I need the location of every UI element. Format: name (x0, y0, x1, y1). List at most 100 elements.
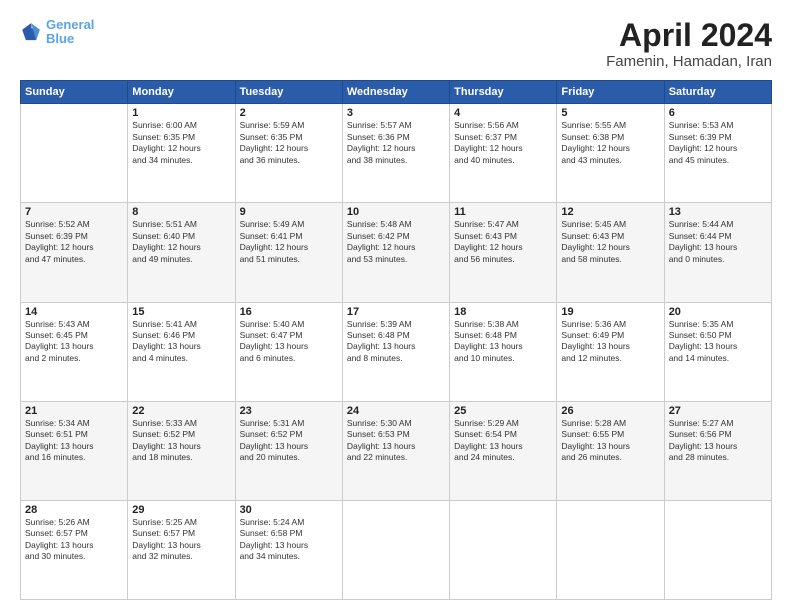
table-row: 4Sunrise: 5:56 AMSunset: 6:37 PMDaylight… (450, 104, 557, 203)
table-row (21, 104, 128, 203)
calendar-week-row: 1Sunrise: 6:00 AMSunset: 6:35 PMDaylight… (21, 104, 772, 203)
calendar-week-row: 14Sunrise: 5:43 AMSunset: 6:45 PMDayligh… (21, 302, 772, 401)
logo-line2: Blue (46, 31, 74, 46)
day-number: 4 (454, 107, 552, 119)
page: General Blue April 2024 Famenin, Hamadan… (0, 0, 792, 612)
day-number: 5 (561, 107, 659, 119)
table-row (342, 500, 449, 599)
day-number: 28 (25, 504, 123, 516)
day-info: Sunrise: 5:49 AMSunset: 6:41 PMDaylight:… (240, 219, 338, 265)
th-wednesday: Wednesday (342, 81, 449, 104)
table-row (450, 500, 557, 599)
table-row: 30Sunrise: 5:24 AMSunset: 6:58 PMDayligh… (235, 500, 342, 599)
logo-line1: General (46, 17, 94, 32)
day-info: Sunrise: 5:48 AMSunset: 6:42 PMDaylight:… (347, 219, 445, 265)
table-row: 27Sunrise: 5:27 AMSunset: 6:56 PMDayligh… (664, 401, 771, 500)
day-number: 20 (669, 306, 767, 318)
table-row: 10Sunrise: 5:48 AMSunset: 6:42 PMDayligh… (342, 203, 449, 302)
table-row: 8Sunrise: 5:51 AMSunset: 6:40 PMDaylight… (128, 203, 235, 302)
table-row: 5Sunrise: 5:55 AMSunset: 6:38 PMDaylight… (557, 104, 664, 203)
title-block: April 2024 Famenin, Hamadan, Iran (606, 18, 772, 70)
day-info: Sunrise: 5:51 AMSunset: 6:40 PMDaylight:… (132, 219, 230, 265)
day-info: Sunrise: 5:34 AMSunset: 6:51 PMDaylight:… (25, 418, 123, 464)
table-row: 21Sunrise: 5:34 AMSunset: 6:51 PMDayligh… (21, 401, 128, 500)
table-row: 22Sunrise: 5:33 AMSunset: 6:52 PMDayligh… (128, 401, 235, 500)
day-info: Sunrise: 5:24 AMSunset: 6:58 PMDaylight:… (240, 517, 338, 563)
day-info: Sunrise: 5:44 AMSunset: 6:44 PMDaylight:… (669, 219, 767, 265)
logo-icon (20, 21, 42, 43)
table-row: 18Sunrise: 5:38 AMSunset: 6:48 PMDayligh… (450, 302, 557, 401)
day-number: 18 (454, 306, 552, 318)
th-tuesday: Tuesday (235, 81, 342, 104)
day-number: 12 (561, 206, 659, 218)
table-row: 14Sunrise: 5:43 AMSunset: 6:45 PMDayligh… (21, 302, 128, 401)
day-info: Sunrise: 5:31 AMSunset: 6:52 PMDaylight:… (240, 418, 338, 464)
table-row: 13Sunrise: 5:44 AMSunset: 6:44 PMDayligh… (664, 203, 771, 302)
day-info: Sunrise: 5:27 AMSunset: 6:56 PMDaylight:… (669, 418, 767, 464)
th-sunday: Sunday (21, 81, 128, 104)
day-number: 25 (454, 405, 552, 417)
day-info: Sunrise: 5:47 AMSunset: 6:43 PMDaylight:… (454, 219, 552, 265)
th-monday: Monday (128, 81, 235, 104)
table-row: 26Sunrise: 5:28 AMSunset: 6:55 PMDayligh… (557, 401, 664, 500)
day-number: 14 (25, 306, 123, 318)
day-number: 22 (132, 405, 230, 417)
table-row (664, 500, 771, 599)
table-row (557, 500, 664, 599)
logo-text: General Blue (46, 18, 94, 47)
calendar-table: Sunday Monday Tuesday Wednesday Thursday… (20, 80, 772, 600)
day-info: Sunrise: 5:43 AMSunset: 6:45 PMDaylight:… (25, 319, 123, 365)
header: General Blue April 2024 Famenin, Hamadan… (20, 18, 772, 70)
day-number: 29 (132, 504, 230, 516)
table-row: 19Sunrise: 5:36 AMSunset: 6:49 PMDayligh… (557, 302, 664, 401)
table-row: 11Sunrise: 5:47 AMSunset: 6:43 PMDayligh… (450, 203, 557, 302)
day-number: 10 (347, 206, 445, 218)
page-title: April 2024 (606, 18, 772, 53)
day-info: Sunrise: 5:36 AMSunset: 6:49 PMDaylight:… (561, 319, 659, 365)
day-number: 27 (669, 405, 767, 417)
table-row: 23Sunrise: 5:31 AMSunset: 6:52 PMDayligh… (235, 401, 342, 500)
table-row: 3Sunrise: 5:57 AMSunset: 6:36 PMDaylight… (342, 104, 449, 203)
th-friday: Friday (557, 81, 664, 104)
day-info: Sunrise: 5:40 AMSunset: 6:47 PMDaylight:… (240, 319, 338, 365)
day-info: Sunrise: 5:30 AMSunset: 6:53 PMDaylight:… (347, 418, 445, 464)
day-info: Sunrise: 5:56 AMSunset: 6:37 PMDaylight:… (454, 120, 552, 166)
day-info: Sunrise: 5:41 AMSunset: 6:46 PMDaylight:… (132, 319, 230, 365)
day-info: Sunrise: 5:33 AMSunset: 6:52 PMDaylight:… (132, 418, 230, 464)
table-row: 2Sunrise: 5:59 AMSunset: 6:35 PMDaylight… (235, 104, 342, 203)
day-info: Sunrise: 5:39 AMSunset: 6:48 PMDaylight:… (347, 319, 445, 365)
table-row: 6Sunrise: 5:53 AMSunset: 6:39 PMDaylight… (664, 104, 771, 203)
day-number: 21 (25, 405, 123, 417)
day-info: Sunrise: 5:57 AMSunset: 6:36 PMDaylight:… (347, 120, 445, 166)
day-number: 17 (347, 306, 445, 318)
day-info: Sunrise: 5:26 AMSunset: 6:57 PMDaylight:… (25, 517, 123, 563)
day-info: Sunrise: 5:29 AMSunset: 6:54 PMDaylight:… (454, 418, 552, 464)
day-number: 1 (132, 107, 230, 119)
table-row: 17Sunrise: 5:39 AMSunset: 6:48 PMDayligh… (342, 302, 449, 401)
table-row: 7Sunrise: 5:52 AMSunset: 6:39 PMDaylight… (21, 203, 128, 302)
day-info: Sunrise: 5:53 AMSunset: 6:39 PMDaylight:… (669, 120, 767, 166)
table-row: 1Sunrise: 6:00 AMSunset: 6:35 PMDaylight… (128, 104, 235, 203)
day-info: Sunrise: 5:45 AMSunset: 6:43 PMDaylight:… (561, 219, 659, 265)
day-info: Sunrise: 5:38 AMSunset: 6:48 PMDaylight:… (454, 319, 552, 365)
table-row: 12Sunrise: 5:45 AMSunset: 6:43 PMDayligh… (557, 203, 664, 302)
day-number: 7 (25, 206, 123, 218)
day-info: Sunrise: 5:55 AMSunset: 6:38 PMDaylight:… (561, 120, 659, 166)
calendar-header-row: Sunday Monday Tuesday Wednesday Thursday… (21, 81, 772, 104)
day-info: Sunrise: 5:35 AMSunset: 6:50 PMDaylight:… (669, 319, 767, 365)
table-row: 29Sunrise: 5:25 AMSunset: 6:57 PMDayligh… (128, 500, 235, 599)
day-number: 16 (240, 306, 338, 318)
day-info: Sunrise: 5:52 AMSunset: 6:39 PMDaylight:… (25, 219, 123, 265)
day-number: 26 (561, 405, 659, 417)
day-number: 23 (240, 405, 338, 417)
day-number: 2 (240, 107, 338, 119)
day-number: 30 (240, 504, 338, 516)
page-subtitle: Famenin, Hamadan, Iran (606, 53, 772, 70)
table-row: 28Sunrise: 5:26 AMSunset: 6:57 PMDayligh… (21, 500, 128, 599)
day-number: 8 (132, 206, 230, 218)
calendar-week-row: 7Sunrise: 5:52 AMSunset: 6:39 PMDaylight… (21, 203, 772, 302)
day-info: Sunrise: 5:28 AMSunset: 6:55 PMDaylight:… (561, 418, 659, 464)
table-row: 24Sunrise: 5:30 AMSunset: 6:53 PMDayligh… (342, 401, 449, 500)
day-info: Sunrise: 6:00 AMSunset: 6:35 PMDaylight:… (132, 120, 230, 166)
day-info: Sunrise: 5:25 AMSunset: 6:57 PMDaylight:… (132, 517, 230, 563)
